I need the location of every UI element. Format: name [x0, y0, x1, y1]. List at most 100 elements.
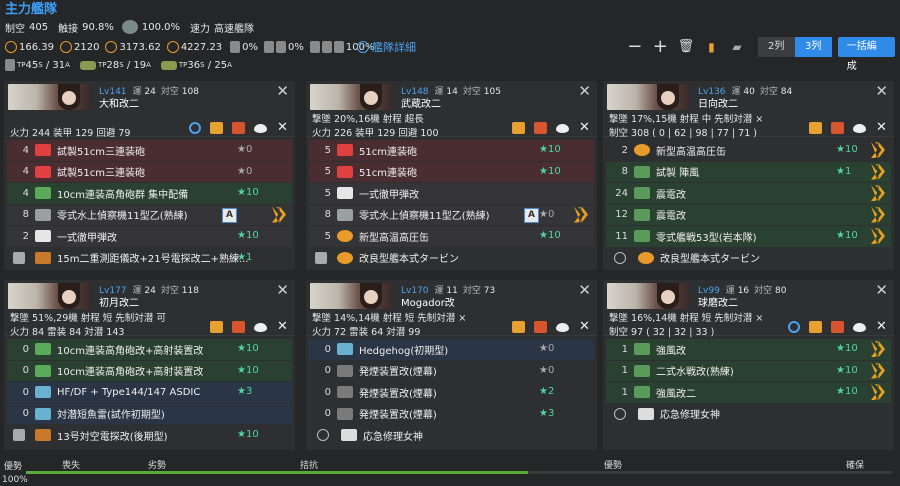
aa-label: 対空 — [160, 87, 179, 97]
eye-icon[interactable] — [853, 123, 866, 133]
equipment-slot[interactable]: 1 二式水戦改(熟練) ★10 — [606, 360, 891, 381]
plus-button[interactable]: + — [648, 38, 674, 56]
close-icon[interactable]: ✕ — [875, 320, 888, 333]
equipment-slot[interactable]: 15m二重測距儀改+21号電探改二+熟練... ★1 — [7, 247, 292, 268]
close-icon[interactable]: ✕ — [875, 121, 888, 134]
equipment-slot[interactable]: 12 震電改 — [606, 204, 891, 225]
cards-button[interactable]: ▰ — [724, 38, 750, 56]
toolbox-icon[interactable] — [232, 321, 245, 333]
equipment-slot[interactable]: 8 零式水上偵察機11型乙(熟練) A ★0 — [309, 204, 594, 225]
ship-banner[interactable] — [607, 283, 689, 309]
equipment-slot[interactable]: 1 強風改二 ★10 — [606, 382, 891, 403]
eye-icon[interactable] — [254, 123, 267, 133]
ship-card: Lv177 運 24 対空 118 初月改二 ✕ 撃墜 51%,29機 射程 短 先制対潜… — [4, 280, 295, 450]
equipment-slot[interactable]: 0 HF/DF + Type144/147 ASDIC ★3 — [7, 382, 292, 403]
equipment-slot[interactable]: 4 試製51cm三連装砲 ★0 — [7, 140, 292, 161]
eye-icon[interactable] — [556, 123, 569, 133]
equipment-slot[interactable]: 0 発煙装置改(煙幕) ★3 — [309, 403, 594, 424]
trash-button[interactable]: 🗑 — [673, 38, 699, 56]
equipment-slot[interactable]: 応急修理女神 — [309, 425, 594, 446]
eye-icon[interactable] — [556, 322, 569, 332]
equipment-slot[interactable]: 0 発煙装置改(煙幕) ★2 — [309, 382, 594, 403]
equipment-slot[interactable]: 4 10cm連装高角砲群 集中配備 ★10 — [7, 183, 292, 204]
eye-icon[interactable] — [853, 322, 866, 332]
rotate-icon[interactable] — [189, 122, 201, 134]
toolbox-icon[interactable] — [232, 122, 245, 134]
two-column-button[interactable]: 2列 — [757, 37, 795, 57]
bag-icon[interactable] — [809, 122, 822, 134]
equipment-name: 一式徹甲弾改 — [359, 189, 419, 201]
equipment-slot[interactable]: 0 10cm連装高角砲改+高射装置改 ★10 — [7, 339, 292, 360]
proficiency-badge: A — [524, 207, 539, 223]
remove-ship-button[interactable]: ✕ — [578, 84, 591, 99]
equipment-slot[interactable]: 2 一式徹甲弾改 ★10 — [7, 226, 292, 247]
toolbox-icon[interactable] — [831, 321, 844, 333]
tp-s: 45 — [25, 59, 39, 71]
equipment-slot[interactable]: 0 10cm連装高角砲改+高射装置改 ★10 — [7, 360, 292, 381]
bag-icon[interactable] — [210, 321, 223, 333]
toolbox-icon[interactable] — [534, 321, 547, 333]
equipment-slot[interactable]: 24 震電改 — [606, 183, 891, 204]
fight-icon — [634, 343, 650, 356]
ship-banner[interactable] — [8, 84, 90, 110]
equipment-slot[interactable]: 4 試製51cm三連装砲 ★0 — [7, 161, 292, 182]
ship-banner[interactable] — [8, 283, 90, 309]
close-icon[interactable]: ✕ — [276, 320, 289, 333]
aa-icon — [35, 187, 51, 200]
slot-count: 0 — [324, 365, 331, 377]
equipment-name: 試製51cm三連装砲 — [57, 168, 145, 180]
remove-ship-button[interactable]: ✕ — [276, 283, 289, 298]
bag-icon[interactable] — [210, 122, 223, 134]
eye-icon[interactable] — [254, 322, 267, 332]
equipment-slot[interactable]: 8 零式水上偵察機11型乙(熟練) A — [7, 204, 292, 225]
three-column-button[interactable]: 3列 — [794, 37, 832, 57]
equipment-slot[interactable]: 改良型艦本式タービン — [309, 247, 594, 268]
equipment-slot[interactable]: 1 強風改 ★10 — [606, 339, 891, 360]
ship-banner[interactable] — [310, 84, 392, 110]
toolbox-icon[interactable] — [831, 122, 844, 134]
bag-icon[interactable] — [809, 321, 822, 333]
equipment-slot[interactable]: 0 発煙装置改(煙幕) ★0 — [309, 360, 594, 381]
remove-ship-button[interactable]: ✕ — [276, 84, 289, 99]
equipment-slot[interactable]: 0 Hedgehog(初期型) ★0 — [309, 339, 594, 360]
equipment-slot[interactable]: 5 新型高温高圧缶 ★10 — [309, 226, 594, 247]
close-icon[interactable]: ✕ — [578, 121, 591, 134]
improvement-level: ★10 — [836, 364, 858, 376]
bag-icon[interactable] — [512, 122, 525, 134]
ship-card: Lv99 運 16 対空 80 球磨改二 ✕ 撃墜 16%,14機 射程 短 先制対潜 ×… — [603, 280, 894, 450]
clipboard-button[interactable]: ▮ — [699, 38, 725, 56]
close-icon[interactable]: ✕ — [578, 320, 591, 333]
aa-label: 対空 — [759, 87, 778, 97]
ship-card: Lv136 運 40 対空 84 日向改二 ✕ 撃墜 17%,15機 射程 中 先制対潜 … — [603, 81, 894, 270]
air-state-fill — [26, 471, 529, 474]
equipment-slot[interactable]: 8 試製 陣風 ★1 — [606, 161, 891, 182]
remove-ship-button[interactable]: ✕ — [578, 283, 591, 298]
equipment-slot[interactable]: 13号対空電探改(後期型) ★10 — [7, 425, 292, 446]
equipment-slot[interactable]: 5 51cm連装砲 ★10 — [309, 140, 594, 161]
toolbox-icon[interactable] — [534, 122, 547, 134]
fleet-detail-link[interactable]: i 艦隊詳細 — [357, 39, 416, 55]
bulk-form-button[interactable]: 一括編成 — [837, 37, 896, 72]
equipment-slot[interactable]: 0 対潜短魚雷(試作初期型) — [7, 403, 292, 424]
ship-stats-1: 撃墜 20%,16機 射程 超長 — [312, 114, 424, 125]
equipment-slot[interactable]: 5 51cm連装砲 ★10 — [309, 161, 594, 182]
ship-stats-1: 火力 244 装甲 129 回避 79 — [10, 128, 131, 139]
equipment-slot[interactable]: 改良型艦本式タービン — [606, 247, 891, 268]
improvement-level: ★10 — [836, 230, 858, 241]
info-icon: i — [357, 41, 369, 53]
remove-ship-button[interactable]: ✕ — [875, 283, 888, 298]
ship-banner[interactable] — [607, 84, 689, 110]
minus-button[interactable]: − — [622, 38, 648, 56]
drop-icon — [337, 187, 353, 200]
ship-header: Lv170 運 11 対空 73 Mogador改 ✕ 撃墜 14%,14機 射程 短 先… — [306, 280, 597, 338]
equipment-slot[interactable]: 11 零式艦戦53型(岩本隊) ★10 — [606, 226, 891, 247]
remove-ship-button[interactable]: ✕ — [875, 84, 888, 99]
ship-banner[interactable] — [310, 283, 392, 309]
close-icon[interactable]: ✕ — [276, 121, 289, 134]
rotate-icon[interactable] — [788, 321, 800, 333]
aux-icon — [337, 251, 353, 264]
bag-icon[interactable] — [512, 321, 525, 333]
equipment-slot[interactable]: 5 一式徹甲弾改 — [309, 183, 594, 204]
equipment-slot[interactable]: 2 新型高温高圧缶 ★10 — [606, 140, 891, 161]
equipment-slot[interactable]: 応急修理女神 — [606, 403, 891, 424]
